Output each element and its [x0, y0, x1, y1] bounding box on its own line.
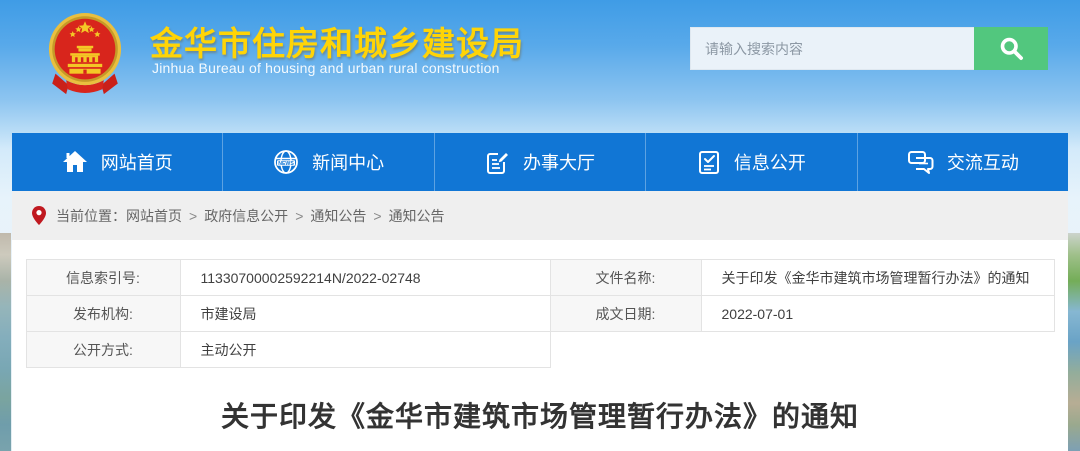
- table-row: 发布机构: 市建设局 成文日期: 2022-07-01: [26, 296, 1054, 332]
- meta-label-file-name: 文件名称:: [550, 260, 701, 296]
- breadcrumb-item-gov-info[interactable]: 政府信息公开: [204, 206, 288, 226]
- nav-item-info-disclosure[interactable]: 信息公开: [645, 133, 856, 191]
- meta-value-issuing-agency: 市建设局: [180, 296, 550, 332]
- meta-label-issuing-agency: 发布机构:: [26, 296, 180, 332]
- nav-item-interaction[interactable]: 交流互动: [857, 133, 1068, 191]
- document-meta-table: 信息索引号: 11330700002592214N/2022-02748 文件名…: [26, 259, 1055, 368]
- breadcrumb-item-notices-current[interactable]: 通知公告: [389, 206, 445, 226]
- meta-value-index-number: 11330700002592214N/2022-02748: [180, 260, 550, 296]
- nav-item-news[interactable]: NEWS 新闻中心: [222, 133, 433, 191]
- breadcrumb-prefix: 当前位置：: [56, 206, 126, 226]
- content-panel: 信息索引号: 11330700002592214N/2022-02748 文件名…: [12, 240, 1068, 451]
- breadcrumb: 当前位置： 网站首页 > 政府信息公开 > 通知公告 > 通知公告: [12, 191, 1068, 240]
- search-box: [690, 27, 1048, 70]
- main-nav: 网站首页 NEWS 新闻中心 办事大厅 信息公开: [12, 133, 1068, 191]
- empty-cell: [550, 332, 701, 368]
- article-title: 关于印发《金华市建筑市场管理暂行办法》的通知: [12, 395, 1068, 435]
- empty-cell: [701, 332, 1054, 368]
- breadcrumb-item-notices[interactable]: 通知公告: [310, 206, 366, 226]
- meta-value-issue-date: 2022-07-01: [701, 296, 1054, 332]
- info-disclosure-icon: [697, 150, 721, 175]
- search-input[interactable]: [690, 27, 974, 70]
- nav-item-label: 办事大厅: [523, 149, 595, 175]
- interaction-icon: [907, 150, 934, 174]
- background-photo-left: [0, 233, 11, 451]
- breadcrumb-item-home[interactable]: 网站首页: [126, 206, 182, 226]
- site-header: 金华市住房和城乡建设局 Jinhua Bureau of housing and…: [0, 0, 1080, 133]
- table-row: 信息索引号: 11330700002592214N/2022-02748 文件名…: [26, 260, 1054, 296]
- breadcrumb-separator: >: [295, 208, 303, 224]
- nav-item-label: 信息公开: [734, 149, 806, 175]
- nav-item-label: 网站首页: [101, 149, 173, 175]
- svg-text:NEWS: NEWS: [278, 161, 294, 167]
- nav-item-label: 新闻中心: [312, 149, 384, 175]
- breadcrumb-separator: >: [189, 208, 197, 224]
- meta-label-issue-date: 成文日期:: [550, 296, 701, 332]
- table-row: 公开方式: 主动公开: [26, 332, 1054, 368]
- site-subtitle: Jinhua Bureau of housing and urban rural…: [152, 60, 500, 76]
- meta-label-disclosure-method: 公开方式:: [26, 332, 180, 368]
- meta-value-file-name: 关于印发《金华市建筑市场管理暂行办法》的通知: [701, 260, 1054, 296]
- breadcrumb-separator: >: [373, 208, 381, 224]
- site-title: 金华市住房和城乡建设局: [150, 17, 524, 65]
- news-icon: NEWS: [273, 149, 299, 175]
- meta-value-disclosure-method: 主动公开: [180, 332, 550, 368]
- nav-item-service-hall[interactable]: 办事大厅: [434, 133, 645, 191]
- meta-label-index-number: 信息索引号:: [26, 260, 180, 296]
- home-icon: [62, 150, 88, 174]
- nav-item-label: 交流互动: [947, 149, 1019, 175]
- national-emblem-icon: [44, 11, 126, 97]
- search-button[interactable]: [974, 27, 1048, 70]
- background-photo-right: [1068, 233, 1080, 451]
- location-pin-icon: [32, 206, 46, 225]
- search-icon: [998, 35, 1025, 62]
- nav-item-home[interactable]: 网站首页: [12, 133, 222, 191]
- service-hall-icon: [485, 150, 510, 175]
